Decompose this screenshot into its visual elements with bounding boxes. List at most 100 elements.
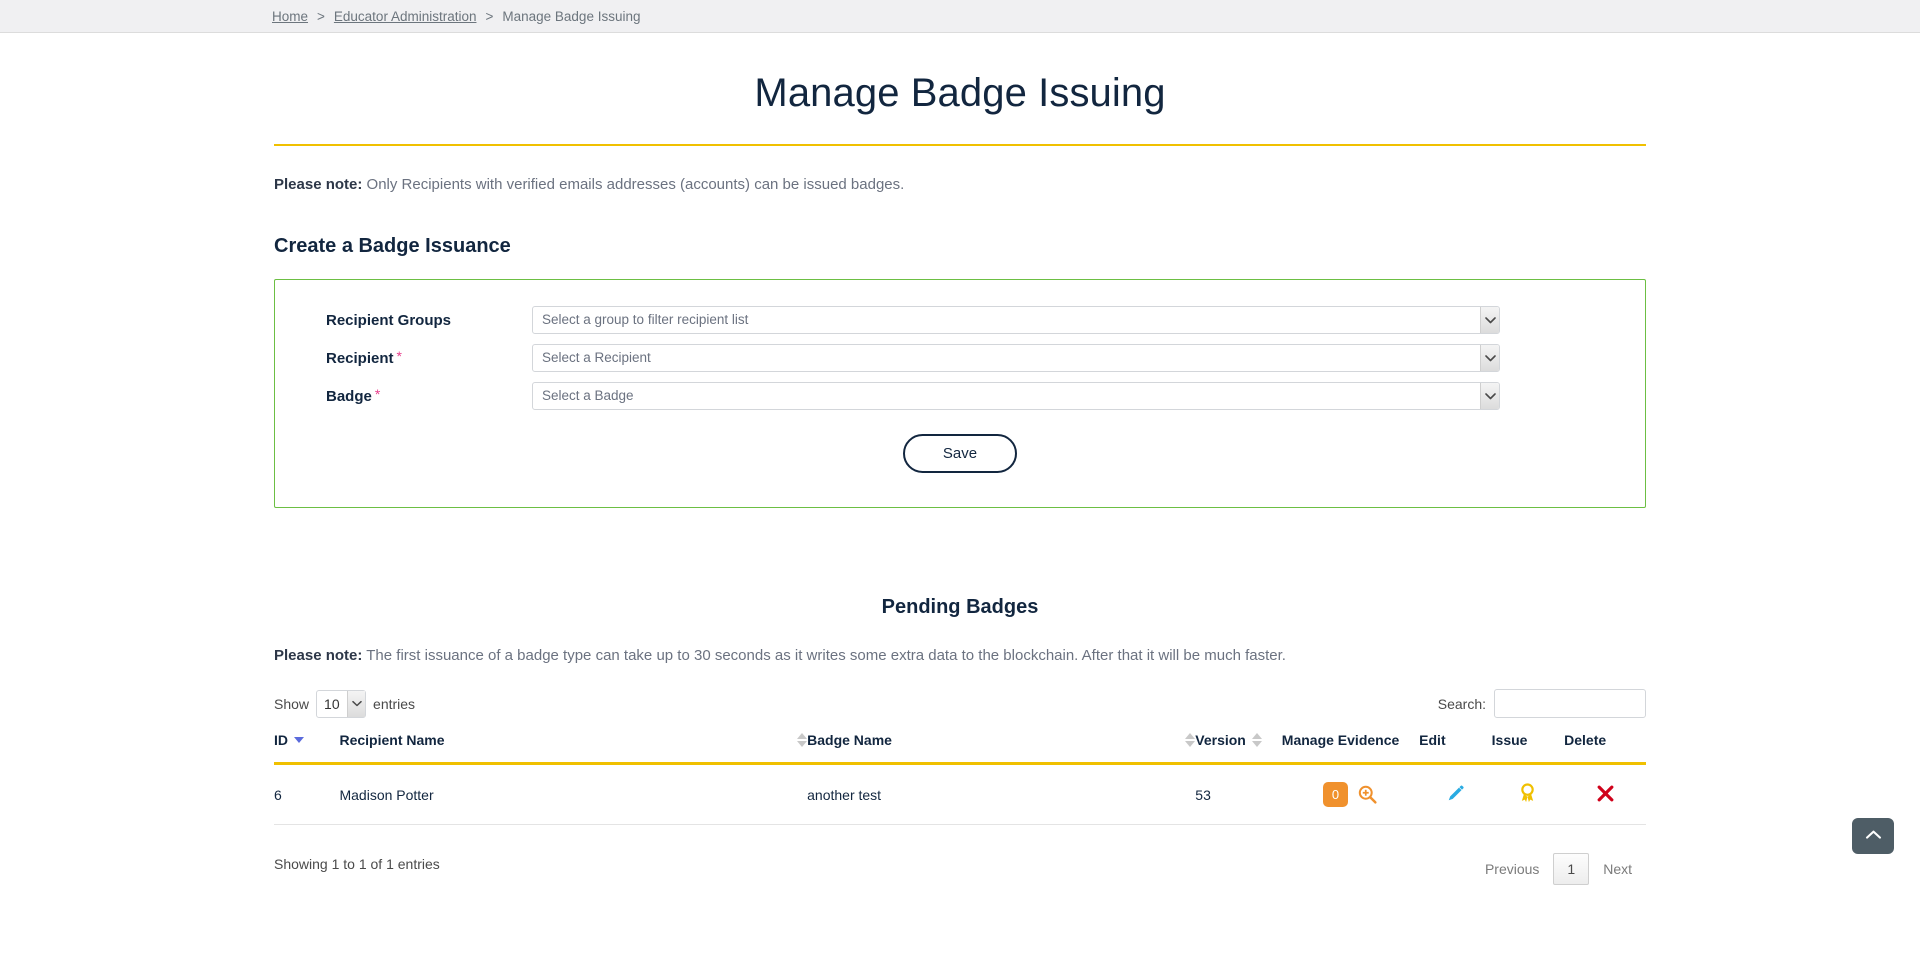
cell-badge-name: another test — [807, 763, 1196, 826]
recipient-groups-select-wrap: Select a group to filter recipient list — [532, 305, 1500, 334]
search-label: Search: — [1437, 695, 1486, 712]
sort-asc-icon — [1185, 733, 1196, 740]
sort-desc-icon — [797, 741, 808, 748]
column-header-recipient-name-label: Recipient Name — [339, 732, 445, 749]
pencil-icon — [1446, 784, 1465, 803]
show-label: Show — [274, 695, 310, 712]
sort-both-icon — [1185, 733, 1196, 748]
create-badge-issuance-panel: Recipient Groups Select a group to filte… — [274, 278, 1646, 508]
table-row: 6 Madison Potter another test 53 0 — [274, 763, 1646, 826]
table-header-row: ID Recipient Name Badge Name Version Man… — [274, 732, 1646, 766]
recipient-groups-select[interactable]: Select a group to filter recipient list — [532, 305, 1500, 334]
column-header-version[interactable]: Version — [1195, 732, 1282, 766]
entries-label: entries — [373, 695, 416, 712]
label-recipient-groups: Recipient Groups — [326, 310, 532, 329]
form-row-recipient-groups: Recipient Groups Select a group to filte… — [275, 305, 1645, 334]
column-header-issue: Issue — [1491, 732, 1565, 766]
column-header-recipient-name[interactable]: Recipient Name — [339, 732, 808, 766]
cell-issue — [1491, 763, 1565, 826]
breadcrumb-current-page: Manage Badge Issuing — [502, 8, 641, 24]
label-recipient-groups-text: Recipient Groups — [326, 312, 452, 329]
sort-both-icon — [797, 733, 808, 748]
page-note: Please note: Only Recipients with verifi… — [274, 174, 1646, 197]
column-header-id-inner: ID — [274, 732, 304, 748]
table-footer: Showing 1 to 1 of 1 entries Previous 1 N… — [274, 843, 1646, 886]
page-length-select[interactable]: 10 — [316, 689, 367, 718]
column-header-badge-name[interactable]: Badge Name — [807, 732, 1196, 766]
sort-desc-icon — [294, 737, 304, 744]
required-marker-recipient: * — [396, 348, 402, 364]
pending-note: Please note: The first issuance of a bad… — [274, 645, 1646, 668]
column-header-manage-evidence: Manage Evidence — [1281, 732, 1420, 766]
pending-note-label: Please note: — [274, 646, 363, 664]
delete-button[interactable] — [1596, 784, 1615, 803]
sort-asc-icon — [1251, 733, 1262, 740]
page-container: Manage Badge Issuing Please note: Only R… — [274, 71, 1646, 886]
title-divider — [274, 144, 1646, 146]
award-rosette-icon — [1518, 783, 1537, 803]
pending-badges-table: ID Recipient Name Badge Name Version Man… — [274, 732, 1646, 826]
breadcrumb: Home > Educator Administration > Manage … — [0, 0, 1920, 33]
breadcrumb-link-educator-administration[interactable]: Educator Administration — [334, 9, 477, 24]
column-header-badge-name-label: Badge Name — [807, 732, 892, 749]
evidence-actions: 0 — [1282, 782, 1419, 808]
badge-select[interactable]: Select a Badge — [532, 381, 1500, 410]
close-x-icon — [1596, 784, 1615, 803]
search-input[interactable] — [1494, 689, 1646, 718]
page-length-control: Show 10 entries — [274, 689, 416, 718]
cell-edit — [1419, 763, 1492, 826]
pending-badges-heading: Pending Badges — [881, 595, 1039, 618]
breadcrumb-separator-2: > — [485, 8, 494, 24]
cell-version: 53 — [1195, 763, 1282, 826]
page-note-label: Please note: — [274, 176, 363, 193]
issue-badge-button[interactable] — [1518, 783, 1537, 803]
evidence-count-badge: 0 — [1322, 782, 1348, 808]
view-evidence-button[interactable] — [1357, 784, 1378, 805]
page-length-select-wrap: 10 — [316, 689, 367, 718]
column-header-delete: Delete — [1564, 732, 1646, 766]
sort-desc-icon — [1185, 741, 1196, 748]
label-recipient-text: Recipient — [326, 350, 394, 367]
form-row-recipient: Recipient * Select a Recipient — [275, 343, 1645, 372]
label-badge-text: Badge — [326, 388, 372, 405]
breadcrumb-link-home[interactable]: Home — [272, 9, 308, 24]
recipient-select-wrap: Select a Recipient — [532, 343, 1500, 372]
column-header-version-inner: Version — [1195, 732, 1262, 748]
label-badge: Badge * — [326, 386, 532, 405]
pagination-previous-button[interactable]: Previous — [1471, 853, 1553, 885]
table-controls: Show 10 entries Search: — [274, 689, 1646, 718]
column-header-id-label: ID — [274, 732, 288, 749]
page-title: Manage Badge Issuing — [754, 71, 1166, 115]
magnifier-plus-icon — [1357, 784, 1378, 805]
sort-both-icon — [1251, 733, 1262, 748]
cell-id: 6 — [274, 763, 340, 826]
pagination: Previous 1 Next — [1471, 853, 1646, 886]
showing-entries-info: Showing 1 to 1 of 1 entries — [274, 856, 440, 873]
search-control: Search: — [1438, 689, 1646, 718]
cell-recipient-name: Madison Potter — [339, 763, 808, 826]
pagination-page-1-button[interactable]: 1 — [1553, 853, 1590, 886]
required-marker-badge: * — [374, 386, 381, 402]
column-header-id[interactable]: ID — [274, 732, 340, 766]
table-body: 6 Madison Potter another test 53 0 — [274, 763, 1646, 826]
column-header-version-label: Version — [1195, 732, 1246, 749]
sort-desc-icon — [1251, 741, 1262, 748]
recipient-select[interactable]: Select a Recipient — [532, 343, 1500, 372]
column-header-badge-name-inner: Badge Name — [807, 732, 1196, 749]
label-recipient: Recipient * — [326, 348, 532, 367]
pending-note-text: The first issuance of a badge type can t… — [362, 646, 1286, 664]
sort-asc-icon — [797, 733, 808, 740]
column-header-recipient-name-inner: Recipient Name — [339, 732, 808, 749]
pagination-next-button[interactable]: Next — [1589, 853, 1646, 885]
cell-manage-evidence: 0 — [1281, 763, 1420, 826]
page-note-text: Only Recipients with verified emails add… — [362, 176, 905, 193]
column-header-edit: Edit — [1419, 732, 1492, 766]
form-row-badge: Badge * Select a Badge — [275, 381, 1645, 410]
breadcrumb-separator-1: > — [317, 8, 325, 24]
edit-button[interactable] — [1446, 784, 1465, 803]
badge-select-wrap: Select a Badge — [532, 381, 1500, 410]
table-header: ID Recipient Name Badge Name Version Man… — [274, 732, 1646, 766]
create-badge-issuance-heading: Create a Badge Issuance — [274, 234, 511, 257]
save-button[interactable]: Save — [902, 433, 1018, 473]
scroll-to-top-button[interactable] — [1852, 818, 1894, 854]
